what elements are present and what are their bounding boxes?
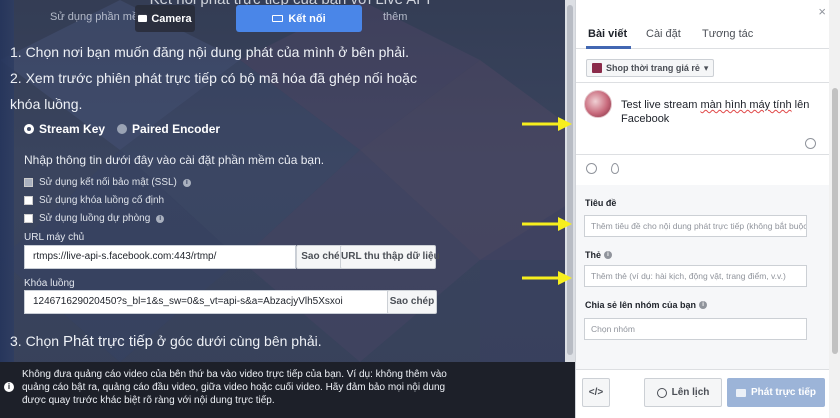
stage-scrollbar[interactable] [565, 0, 575, 362]
title-input[interactable]: Thêm tiêu đề cho nội dung phát trực tiếp… [584, 215, 807, 237]
scrollbar-thumb[interactable] [567, 5, 573, 355]
radio-stream-key-label: Stream Key [39, 122, 106, 136]
go-live-button[interactable]: Phát trực tiếp [727, 378, 825, 407]
code-icon: </> [588, 387, 604, 398]
avatar [584, 90, 612, 118]
post-composer-panel: × Bài viết Cài đặt Tương tác Shop thời t… [575, 0, 840, 418]
tab-post[interactable]: Bài viết [588, 28, 627, 40]
schedule-button-label: Lên lịch [671, 387, 710, 398]
radio-paired-encoder[interactable]: Paired Encoder [117, 122, 220, 136]
post-text-pre: Test live stream [621, 99, 701, 111]
step-3-bold: Phát trực tiếp [62, 333, 154, 350]
ads-notice-text: Không đưa quảng cáo video của bên thứ ba… [22, 369, 447, 406]
stage-subtitle-right: thêm [383, 11, 408, 23]
live-setup-stage: Kết nối phát trực tiếp của bạn với Live … [0, 0, 575, 418]
checkbox-box[interactable] [24, 178, 33, 187]
radio-stream-key[interactable]: Stream Key [24, 122, 105, 136]
info-icon[interactable]: i [182, 178, 191, 187]
checkbox-fixed-key-label: Sử dụng khóa luồng cố định [39, 195, 165, 206]
step-3: 3. Chọn Phát trực tiếp ở góc dưới cùng b… [10, 328, 322, 355]
title-label: Tiêu đề [585, 198, 616, 208]
step-2: 2. Xem trước phiên phát trực tiếp có bộ … [10, 70, 417, 112]
clock-icon [656, 387, 667, 398]
post-text[interactable]: Test live stream màn hình máy tính lên F… [621, 98, 821, 126]
radio-unselected-icon [117, 124, 128, 134]
info-icon[interactable]: i [699, 301, 708, 309]
server-url-label: URL máy chủ [24, 232, 85, 243]
divider [576, 82, 829, 83]
arrow-icon [522, 217, 572, 231]
camera-icon [138, 15, 148, 22]
panel-scrollbar[interactable] [829, 0, 840, 418]
schedule-button[interactable]: Lên lịch [644, 378, 722, 407]
radio-selected-icon [24, 124, 34, 134]
step-1: 1. Chọn nơi bạn muốn đăng nội dung phát … [10, 44, 409, 60]
video-camera-icon [735, 388, 746, 397]
post-toolbar [586, 163, 619, 174]
tags-label: Thẻ i [585, 250, 613, 260]
emoji-icon[interactable] [805, 138, 816, 149]
page-selector[interactable]: Shop thời trang giá rẻ ▾ [586, 59, 715, 77]
stream-key-label: Khóa luồng [24, 278, 75, 289]
group-select-input[interactable]: Chọn nhóm [584, 318, 807, 340]
server-url-field[interactable]: rtmps://live-api-s.facebook.com:443/rtmp… [24, 245, 296, 269]
tags-label-text: Thẻ [585, 250, 602, 260]
radio-paired-encoder-label: Paired Encoder [132, 122, 221, 136]
chevron-down-icon: ▾ [703, 62, 709, 73]
tab-connect[interactable]: Kết nối [236, 5, 362, 32]
copy-stream-key-button[interactable]: Sao chép [387, 290, 437, 314]
checkbox-backup-label: Sử dụng luồng dự phòng [39, 213, 151, 224]
connection-type-radios: Stream Key Paired Encoder [24, 122, 220, 136]
group-share-label-text: Chia sẻ lên nhóm của bạn [585, 300, 697, 310]
close-icon[interactable]: × [818, 4, 826, 19]
go-live-button-label: Phát trực tiếp [750, 387, 817, 398]
stream-settings-panel: Stream Key Paired Encoder Nhập thông tin… [14, 115, 442, 327]
arrow-icon [522, 117, 572, 131]
arrow-icon [522, 271, 572, 285]
ads-notice: i Không đưa quảng cáo video của bên thứ … [0, 362, 575, 418]
tab-camera-label: Camera [151, 12, 192, 25]
stream-key-field[interactable]: 124671629020450?s_bl=1&s_sw=0&s_vt=api-s… [24, 290, 396, 314]
tab-settings[interactable]: Cài đặt [646, 28, 681, 40]
feeling-icon[interactable] [586, 163, 597, 174]
page-icon [592, 63, 602, 73]
checkbox-ssl-label: Sử dụng kết nối bảo mật (SSL) [39, 177, 177, 188]
tab-engagement[interactable]: Tương tác [702, 28, 753, 40]
active-tab-indicator [586, 46, 631, 49]
checkbox-fixed-key[interactable]: Sử dụng khóa luồng cố định [24, 195, 164, 206]
divider [576, 154, 829, 155]
stage-subtitle: Sử dụng phần mềm [50, 11, 148, 23]
group-share-label: Chia sẻ lên nhóm của bạn i [585, 300, 708, 310]
info-icon: i [4, 382, 14, 392]
tab-camera[interactable]: Camera [135, 5, 195, 32]
checkbox-ssl[interactable]: Sử dụng kết nối bảo mật (SSL) i [24, 177, 191, 188]
location-pin-icon[interactable] [611, 163, 619, 174]
checkbox-box[interactable] [24, 214, 33, 223]
embed-code-button[interactable]: </> [582, 378, 610, 407]
info-icon[interactable]: i [604, 251, 613, 259]
step-3-pre: 3. Chọn [10, 333, 63, 349]
connect-icon [272, 15, 284, 22]
tab-connect-label: Kết nối [288, 12, 326, 25]
composer-actions: </> Lên lịch Phát trực tiếp [576, 369, 829, 418]
post-details-section: Tiêu đề Thêm tiêu đề cho nội dung phát t… [576, 185, 829, 369]
checkbox-backup-stream[interactable]: Sử dụng luồng dự phòng i [24, 213, 165, 224]
composer-tabs: Bài viết Cài đặt Tương tác [576, 22, 829, 49]
page-selector-label: Shop thời trang giá rẻ [606, 63, 700, 73]
scrollbar-thumb[interactable] [832, 88, 838, 354]
post-text-misspelled: màn hình máy tính [700, 99, 792, 111]
info-icon[interactable]: i [156, 214, 165, 223]
title-label-text: Tiêu đề [585, 198, 617, 208]
data-collection-url-button[interactable]: URL thu thập dữ liệu [340, 245, 440, 269]
checkbox-box[interactable] [24, 196, 33, 205]
tags-input[interactable]: Thêm thẻ (ví dụ: hài kịch, động vật, tra… [584, 265, 807, 287]
panel-description: Nhập thông tin dưới đây vào cài đặt phần… [24, 153, 325, 167]
step-3-post: ở góc dưới cùng bên phải. [153, 333, 322, 349]
